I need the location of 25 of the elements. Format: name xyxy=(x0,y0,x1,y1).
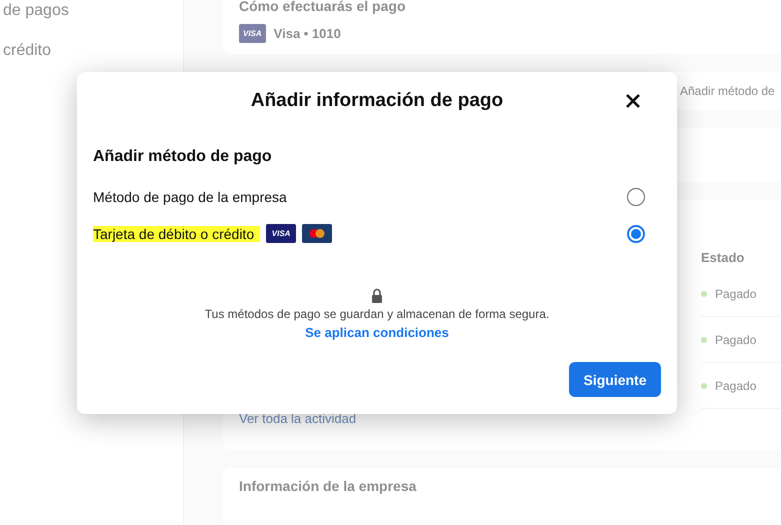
card-brand-logo: VISA xyxy=(239,24,266,43)
sidebar-item[interactable]: de pagos xyxy=(3,2,183,20)
option-label: Tarjeta de débito o crédito xyxy=(93,226,260,242)
status-text: Pagado xyxy=(715,378,756,392)
sidebar-item[interactable]: crédito xyxy=(3,42,183,60)
status-text: Pagado xyxy=(715,286,756,300)
section-title: Añadir método de pago xyxy=(93,148,273,166)
add-method-link[interactable]: Añadir método de xyxy=(680,84,775,98)
next-button[interactable]: Siguiente xyxy=(569,362,661,397)
card-title: Información de la empresa xyxy=(239,478,416,494)
view-activity-link[interactable]: Ver toda la actividad xyxy=(239,411,781,426)
security-note: Tus métodos de pago se guardan y almacenan de forma segura. xyxy=(204,307,550,321)
card-logo-icon xyxy=(302,224,332,243)
option-label: Método de pago de la empresa xyxy=(93,188,287,204)
card-label: Visa • 1010 xyxy=(274,26,341,41)
radio-button[interactable] xyxy=(627,188,645,206)
column-header: Estado xyxy=(701,250,746,267)
card-brand-logo: VISA xyxy=(266,224,296,243)
terms-link[interactable]: Se aplican condiciones xyxy=(305,325,449,340)
lock-icon xyxy=(371,288,383,303)
dialog-title: Añadir información de pago xyxy=(250,90,504,112)
radio-button[interactable] xyxy=(627,224,645,242)
close-icon xyxy=(625,93,641,109)
card-title: Cómo efectuarás el pago xyxy=(239,0,406,14)
status-text: Pagado xyxy=(715,332,756,346)
